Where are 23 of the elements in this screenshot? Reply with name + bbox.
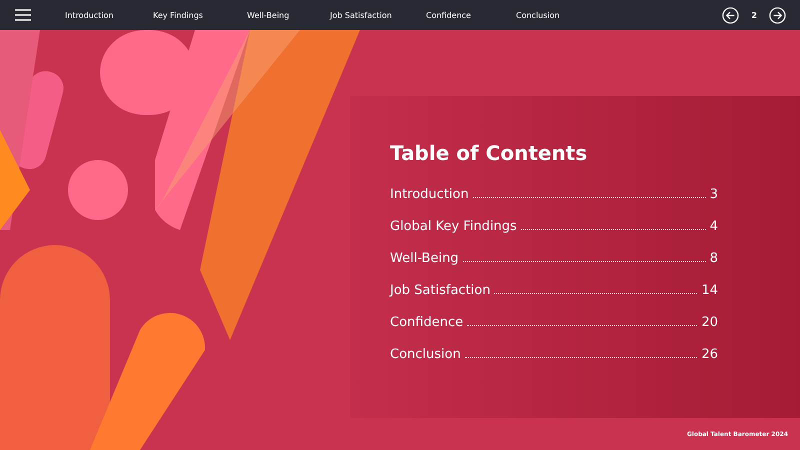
page-number: 2 xyxy=(751,10,757,20)
page-number: 8 xyxy=(710,251,718,266)
nav-link[interactable]: Confidence xyxy=(426,10,516,20)
contents-link[interactable]: Global Key Findings xyxy=(390,219,517,234)
nav-link[interactable]: Conclusion xyxy=(516,10,604,20)
contents-link[interactable]: Well-Being xyxy=(390,251,459,266)
contents-title: Table of Contents xyxy=(390,141,588,165)
page-number: 14 xyxy=(701,283,718,298)
nav-link[interactable]: Well-Being xyxy=(247,10,330,20)
nav-link[interactable]: Introduction xyxy=(65,10,153,20)
menu-icon[interactable] xyxy=(15,9,31,21)
page-number: 26 xyxy=(701,347,718,362)
contents-link[interactable]: Job Satisfaction xyxy=(390,283,490,298)
contents-link[interactable]: Introduction xyxy=(390,187,469,202)
contents-link[interactable]: Confidence xyxy=(390,315,464,330)
arrow-left-icon[interactable] xyxy=(722,6,740,24)
page-number: 4 xyxy=(710,219,718,234)
contents-link[interactable]: Conclusion xyxy=(390,347,461,362)
nav-link[interactable]: Job Satisfaction xyxy=(330,10,426,20)
page-number: 3 xyxy=(710,187,718,202)
nav-link[interactable]: Key Findings xyxy=(153,10,247,20)
arrow-right-icon[interactable] xyxy=(769,6,786,24)
page-number: 20 xyxy=(701,315,718,330)
